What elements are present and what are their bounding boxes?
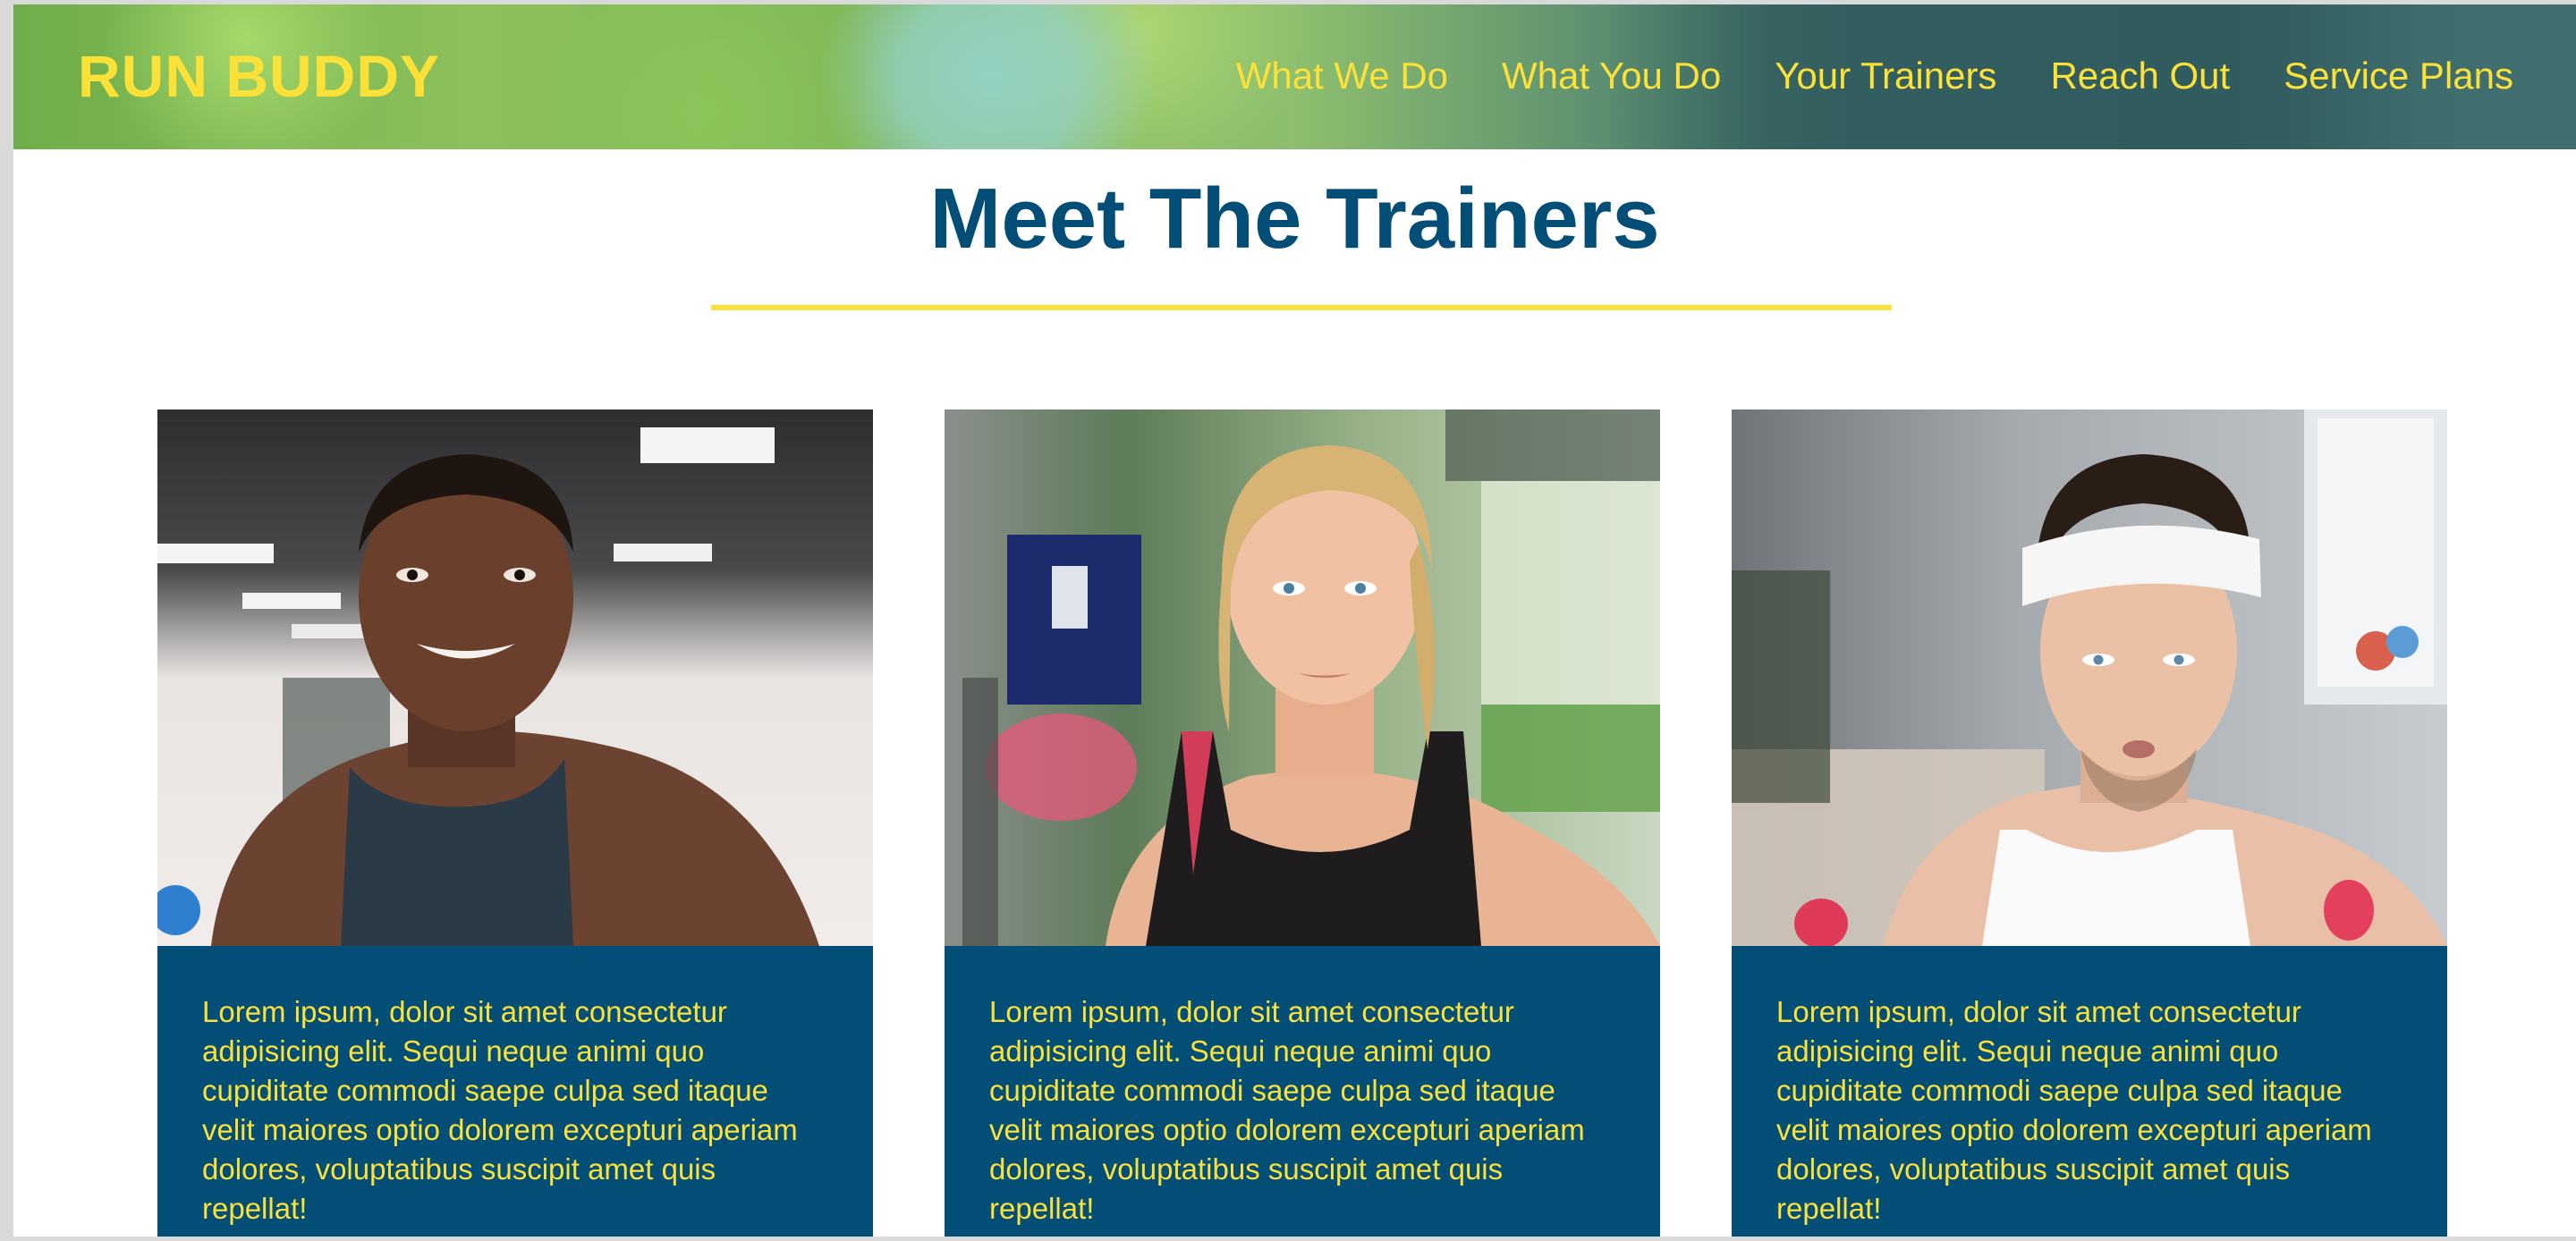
site-header: RUN BUDDY What We Do What You Do Your Tr… [13,4,2576,149]
trainer-description: Lorem ipsum, dolor sit amet consectetur … [989,995,1585,1225]
nav-link-your-trainers[interactable]: Your Trainers [1775,55,1996,97]
trainer-description: Lorem ipsum, dolor sit amet consectetur … [1776,995,2372,1225]
nav-link-what-we-do[interactable]: What We Do [1236,55,1448,97]
nav-link-what-you-do[interactable]: What You Do [1502,55,1721,97]
trainer-photo-1 [157,409,873,946]
title-divider [711,305,1892,310]
trainer-card: Lorem ipsum, dolor sit amet consectetur … [945,409,1660,1237]
trainer-photo-2 [945,409,1660,946]
trainer-photo-3 [1732,409,2447,946]
browser-viewport: RUN BUDDY What We Do What You Do Your Tr… [13,4,2576,1237]
site-logo[interactable]: RUN BUDDY [78,42,440,110]
trainer-card: Lorem ipsum, dolor sit amet consectetur … [157,409,873,1237]
section-title: Meet The Trainers [929,171,1660,266]
main-nav: What We Do What You Do Your Trainers Rea… [1236,55,2513,97]
nav-link-service-plans[interactable]: Service Plans [2284,55,2513,97]
trainer-card: Lorem ipsum, dolor sit amet consectetur … [1732,409,2447,1237]
trainer-description: Lorem ipsum, dolor sit amet consectetur … [202,995,798,1225]
nav-link-reach-out[interactable]: Reach Out [2050,55,2230,97]
trainer-cards: Lorem ipsum, dolor sit amet consectetur … [157,409,2447,1237]
